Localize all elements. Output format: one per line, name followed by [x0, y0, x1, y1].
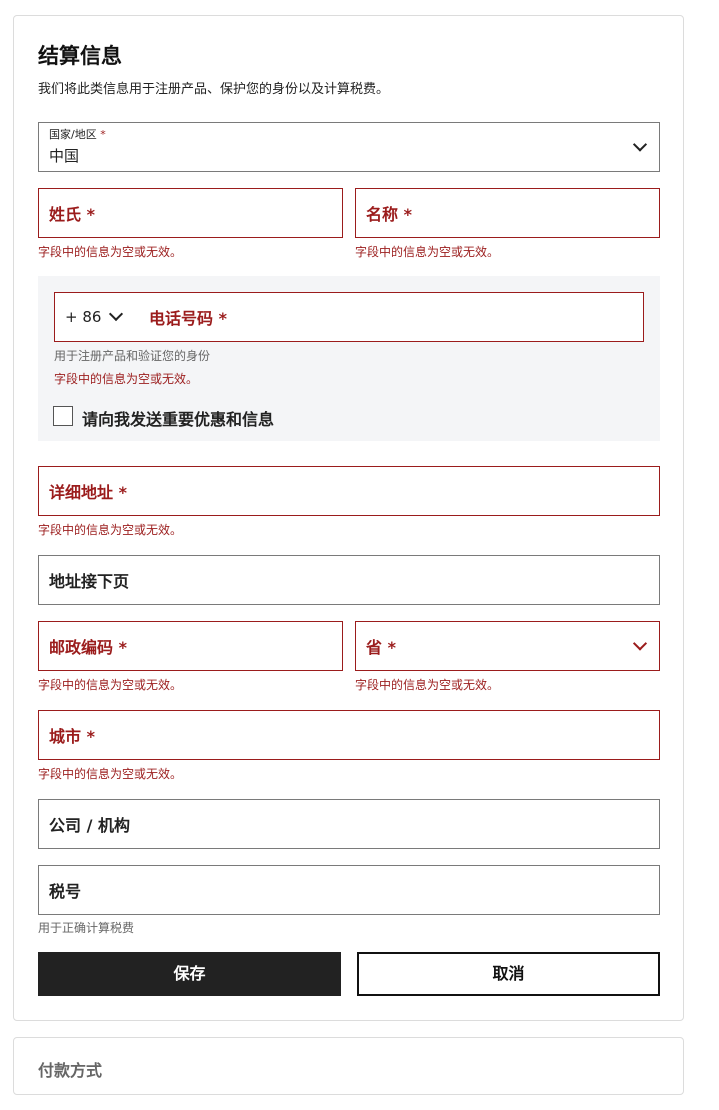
- phone-error: 字段中的信息为空或无效。: [54, 372, 199, 386]
- billing-subtitle: 我们将此类信息用于注册产品、保护您的身份以及计算税费。: [38, 82, 390, 97]
- address2-field[interactable]: 地址接下页: [38, 555, 660, 605]
- last-name-label: 姓氏 *: [49, 205, 95, 224]
- postal-code-error: 字段中的信息为空或无效。: [38, 678, 183, 692]
- cancel-button[interactable]: 取消: [357, 952, 660, 996]
- city-field[interactable]: 城市 *: [38, 710, 660, 760]
- province-error: 字段中的信息为空或无效。: [355, 678, 500, 692]
- tax-id-hint: 用于正确计算税费: [38, 921, 135, 935]
- billing-title: 结算信息: [38, 44, 122, 68]
- tax-id-field[interactable]: 税号: [38, 865, 660, 915]
- save-button[interactable]: 保存: [38, 952, 341, 996]
- city-label: 城市 *: [49, 727, 95, 746]
- marketing-checkbox[interactable]: [53, 406, 73, 426]
- postal-code-label: 邮政编码 *: [49, 638, 127, 657]
- address-error: 字段中的信息为空或无效。: [38, 523, 183, 537]
- phone-panel: + 86 电话号码 * 用于注册产品和验证您的身份 字段中的信息为空或无效。 请…: [38, 276, 660, 441]
- address-label: 详细地址 *: [49, 483, 127, 502]
- country-select[interactable]: 国家/地区 * 中国: [38, 122, 660, 172]
- phone-hint: 用于注册产品和验证您的身份: [54, 349, 211, 363]
- last-name-error: 字段中的信息为空或无效。: [38, 245, 183, 259]
- province-label: 省 *: [366, 638, 396, 657]
- city-error: 字段中的信息为空或无效。: [38, 767, 183, 781]
- country-value: 中国: [49, 147, 80, 165]
- chevron-down-icon: [632, 636, 648, 651]
- company-label: 公司 / 机构: [49, 816, 130, 835]
- first-name-label: 名称 *: [366, 205, 412, 224]
- first-name-error: 字段中的信息为空或无效。: [355, 245, 500, 259]
- province-select[interactable]: 省 *: [355, 621, 660, 671]
- marketing-checkbox-label[interactable]: 请向我发送重要优惠和信息: [82, 406, 274, 430]
- address2-label: 地址接下页: [49, 572, 130, 591]
- chevron-down-icon: [108, 306, 124, 322]
- address-field[interactable]: 详细地址 *: [38, 466, 660, 516]
- tax-id-label: 税号: [49, 882, 82, 901]
- payment-method-card[interactable]: 付款方式: [13, 1037, 684, 1095]
- company-field[interactable]: 公司 / 机构: [38, 799, 660, 849]
- chevron-down-icon: [632, 137, 648, 152]
- phone-label: 电话号码 *: [149, 309, 227, 328]
- billing-card: 结算信息 我们将此类信息用于注册产品、保护您的身份以及计算税费。 国家/地区 *…: [13, 15, 684, 1021]
- first-name-field[interactable]: 名称 *: [355, 188, 660, 238]
- phone-field[interactable]: + 86 电话号码 *: [54, 292, 644, 342]
- payment-method-title: 付款方式: [38, 1061, 103, 1080]
- last-name-field[interactable]: 姓氏 *: [38, 188, 343, 238]
- country-code-select[interactable]: + 86: [65, 308, 101, 326]
- country-label: 国家/地区 *: [49, 128, 106, 141]
- postal-code-field[interactable]: 邮政编码 *: [38, 621, 343, 671]
